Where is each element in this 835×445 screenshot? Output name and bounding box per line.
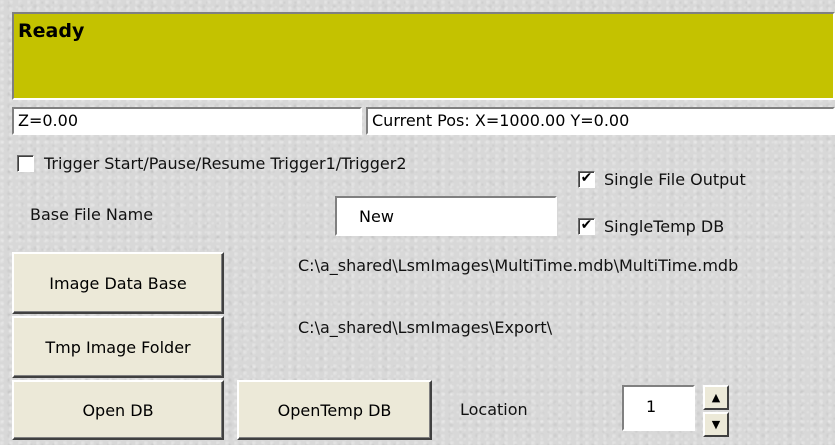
location-input[interactable]: 1 bbox=[622, 385, 695, 431]
tmp-image-folder-button[interactable]: Tmp Image Folder bbox=[12, 316, 224, 378]
open-temp-db-button-label: OpenTemp DB bbox=[277, 400, 392, 420]
single-temp-db-checkbox-box[interactable]: ✔ bbox=[578, 217, 595, 235]
status-bar: Ready bbox=[12, 12, 835, 100]
image-data-base-button[interactable]: Image Data Base bbox=[12, 252, 224, 314]
current-pos-readout: Current Pos: X=1000.00 Y=0.00 bbox=[366, 107, 835, 135]
z-readout-text: Z=0.00 bbox=[18, 111, 78, 130]
single-temp-db-label: SingleTemp DB bbox=[604, 216, 725, 236]
status-text: Ready bbox=[18, 20, 85, 42]
single-file-output-checkbox-box[interactable]: ✔ bbox=[578, 170, 595, 188]
chevron-up-icon: ▲ bbox=[711, 391, 721, 404]
open-db-button-label: Open DB bbox=[82, 400, 154, 420]
trigger-checkbox[interactable]: Trigger Start/Pause/Resume Trigger1/Trig… bbox=[17, 152, 407, 174]
z-readout: Z=0.00 bbox=[12, 107, 362, 135]
location-label: Location bbox=[460, 400, 528, 419]
chevron-down-icon: ▼ bbox=[711, 418, 721, 431]
tmp-image-folder-button-label: Tmp Image Folder bbox=[45, 337, 191, 357]
base-file-name-label: Base File Name bbox=[30, 205, 154, 224]
location-up-button[interactable]: ▲ bbox=[703, 385, 729, 410]
tmp-image-folder-path: C:\a_shared\LsmImages\Export\ bbox=[298, 318, 553, 337]
image-data-base-path: C:\a_shared\LsmImages\MultiTime.mdb\Mult… bbox=[298, 256, 739, 275]
single-temp-db-checkbox[interactable]: ✔ SingleTemp DB bbox=[578, 215, 724, 237]
image-data-base-button-label: Image Data Base bbox=[49, 273, 187, 293]
open-db-button[interactable]: Open DB bbox=[12, 380, 224, 440]
single-file-output-checkbox[interactable]: ✔ Single File Output bbox=[578, 168, 746, 190]
trigger-checkbox-box[interactable] bbox=[17, 154, 34, 172]
trigger-checkbox-label: Trigger Start/Pause/Resume Trigger1/Trig… bbox=[44, 153, 407, 173]
open-temp-db-button[interactable]: OpenTemp DB bbox=[237, 380, 432, 440]
current-pos-text: Current Pos: X=1000.00 Y=0.00 bbox=[372, 111, 630, 130]
base-file-name-input[interactable]: New bbox=[335, 196, 557, 236]
location-down-button[interactable]: ▼ bbox=[703, 412, 729, 437]
base-file-name-value: New bbox=[359, 207, 394, 226]
location-value: 1 bbox=[646, 397, 657, 416]
single-file-output-label: Single File Output bbox=[604, 169, 746, 189]
